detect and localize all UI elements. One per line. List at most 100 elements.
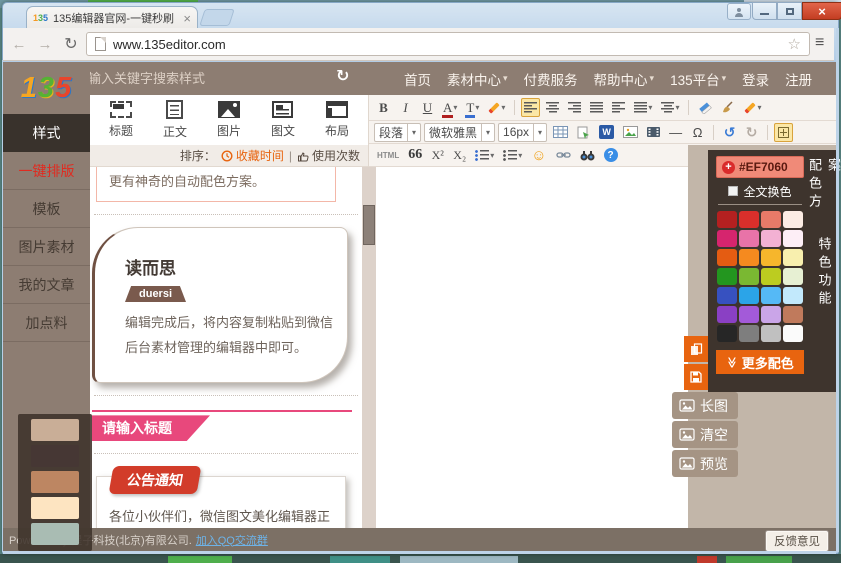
browser-menu-button[interactable]: ≡: [815, 34, 824, 52]
nav-item[interactable]: 135平台 ▾: [670, 69, 726, 89]
color-swatch[interactable]: [717, 287, 737, 304]
color-swatch[interactable]: [717, 211, 737, 228]
color-swatch[interactable]: [783, 287, 803, 304]
checkbox-icon[interactable]: [728, 186, 738, 196]
color-swatch[interactable]: [717, 249, 737, 266]
auto-typeset-button[interactable]: ▾: [741, 98, 764, 117]
indent-button[interactable]: [609, 98, 628, 117]
style-card-title-banner[interactable]: 请输入标题: [92, 410, 352, 441]
redo-button[interactable]: ↻: [742, 123, 761, 142]
find-replace-button[interactable]: [577, 146, 598, 165]
color-swatch[interactable]: [761, 306, 781, 323]
search-input[interactable]: [88, 67, 338, 90]
color-swatch[interactable]: [783, 325, 803, 342]
category-tab[interactable]: 图文: [271, 101, 295, 139]
special-char-button[interactable]: Ω: [688, 123, 707, 142]
palette-swatch[interactable]: [31, 419, 79, 441]
align-right-button[interactable]: [565, 98, 584, 117]
nav-item[interactable]: 注册 ▾: [785, 69, 812, 89]
palette-swatch[interactable]: [31, 471, 79, 493]
color-swatch[interactable]: [761, 249, 781, 266]
maximize-button[interactable]: [777, 2, 802, 20]
close-button[interactable]: ×: [802, 2, 841, 20]
color-swatch[interactable]: [739, 325, 759, 342]
sidebar-item[interactable]: 加点料: [3, 304, 90, 342]
horizontal-rule-button[interactable]: —: [666, 123, 685, 142]
color-swatch[interactable]: [717, 306, 737, 323]
underline-button[interactable]: U: [418, 98, 437, 117]
site-logo[interactable]: 135: [3, 62, 90, 114]
color-swatch[interactable]: [717, 268, 737, 285]
align-left-button[interactable]: [521, 98, 540, 117]
help-button[interactable]: ?: [601, 146, 621, 165]
style-list[interactable]: 更有神奇的自动配色方案。 读而思 duersi 编辑完成后，将内容复制粘贴到微信…: [90, 167, 362, 528]
list-scrollbar-thumb[interactable]: [363, 205, 375, 245]
color-swatch[interactable]: [761, 287, 781, 304]
vertical-align-button[interactable]: ▾: [631, 98, 655, 117]
color-swatch[interactable]: [783, 268, 803, 285]
profile-button[interactable]: [727, 3, 751, 20]
side-action-button[interactable]: 预览: [672, 450, 738, 477]
eraser-button[interactable]: [695, 98, 715, 117]
fullscreen-button[interactable]: [774, 123, 793, 142]
browser-tab[interactable]: 135 135编辑器官网-一键秒刷 ×: [26, 6, 198, 29]
side-action-button[interactable]: 清空: [672, 421, 738, 448]
color-swatch[interactable]: [783, 230, 803, 247]
undo-button[interactable]: ↺: [720, 123, 739, 142]
color-swatch[interactable]: [761, 268, 781, 285]
forward-button[interactable]: →: [34, 33, 56, 55]
sort-by-favorite-time[interactable]: 收藏时间: [221, 147, 284, 164]
html-source-button[interactable]: HTML: [374, 146, 402, 165]
subscript-button[interactable]: X₂: [450, 146, 469, 165]
nav-item[interactable]: 付费服务 ▾: [524, 69, 578, 89]
italic-button[interactable]: I: [396, 98, 415, 117]
insert-video-button[interactable]: [644, 123, 663, 142]
insert-image-button[interactable]: [620, 123, 641, 142]
reload-button[interactable]: ↻: [60, 33, 82, 55]
text-background-color-button[interactable]: T▾: [463, 98, 482, 117]
back-button[interactable]: ←: [8, 33, 30, 55]
color-swatch[interactable]: [761, 325, 781, 342]
style-card-reading[interactable]: 读而思 duersi 编辑完成后，将内容复制粘贴到微信后台素材管理的编辑器中即可…: [92, 227, 348, 383]
sidebar-item[interactable]: 我的文章: [3, 266, 90, 304]
nav-item[interactable]: 首页 ▾: [404, 69, 431, 89]
sidebar-item[interactable]: 图片素材: [3, 228, 90, 266]
palette-swatch[interactable]: [31, 523, 79, 545]
color-swatch[interactable]: [739, 306, 759, 323]
recolor-all-toggle[interactable]: 全文换色: [716, 178, 804, 204]
sidebar-item[interactable]: 一键排版: [3, 152, 90, 190]
palette-swatch[interactable]: [31, 445, 79, 467]
sidebar-item[interactable]: 模板: [3, 190, 90, 228]
nav-item[interactable]: 登录 ▾: [742, 69, 769, 89]
bookmark-star-icon[interactable]: ☆: [788, 35, 801, 53]
style-card-notice[interactable]: 公告通知 各位小伙伴们，微信图文美化编辑器正式上线了， 欢迎大家多使用多提供反馈…: [96, 476, 346, 528]
palette-swatch[interactable]: [31, 497, 79, 519]
insert-link-button[interactable]: [553, 146, 574, 165]
color-swatch[interactable]: [739, 268, 759, 285]
new-tab-button[interactable]: [199, 9, 235, 26]
format-clear-button[interactable]: [718, 98, 738, 117]
word-import-button[interactable]: W: [596, 123, 617, 142]
color-swatch[interactable]: [717, 230, 737, 247]
panel-tab[interactable]: 特色功能: [812, 229, 836, 392]
color-swatch[interactable]: [739, 249, 759, 266]
color-swatch[interactable]: [739, 287, 759, 304]
sort-by-use-count[interactable]: 使用次数: [297, 147, 360, 164]
ordered-list-button[interactable]: ▾: [472, 146, 497, 165]
feedback-button[interactable]: 反馈意见: [766, 531, 828, 551]
align-justify-button[interactable]: [587, 98, 606, 117]
color-swatch[interactable]: [783, 211, 803, 228]
magic-pen-button[interactable]: ▾: [485, 98, 508, 117]
color-swatch[interactable]: [783, 306, 803, 323]
side-action-button[interactable]: 长图: [672, 392, 738, 419]
category-tab[interactable]: 正文: [163, 100, 187, 140]
qq-group-link[interactable]: 加入QQ交流群: [196, 532, 268, 548]
color-swatch[interactable]: [761, 230, 781, 247]
minimize-button[interactable]: [752, 2, 777, 20]
category-tab[interactable]: 布局: [325, 101, 349, 139]
panel-tab[interactable]: 配色方案: [812, 150, 836, 229]
insert-table-button[interactable]: [550, 123, 571, 142]
save-button[interactable]: 保存: [684, 364, 708, 390]
style-card-autocolor[interactable]: 更有神奇的自动配色方案。: [96, 167, 336, 202]
font-color-button[interactable]: A▾: [440, 98, 460, 117]
